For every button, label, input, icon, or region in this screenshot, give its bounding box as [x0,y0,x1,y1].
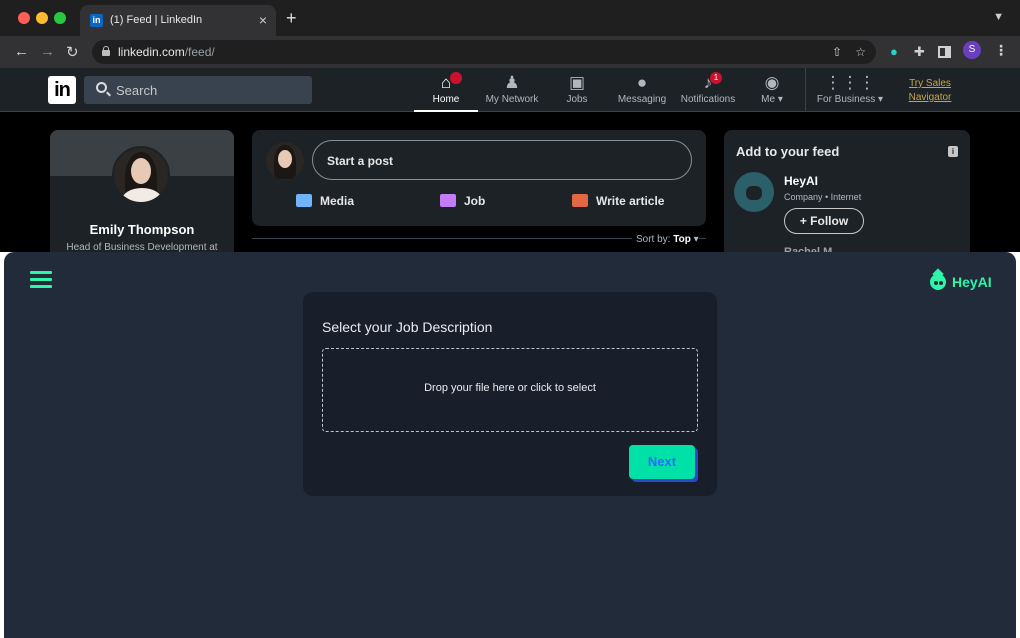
side-panel-icon[interactable] [938,46,951,58]
sort-by-dropdown[interactable]: Sort by: Top ▾ [632,234,699,245]
extensions-puzzle-icon[interactable]: ✚ [914,44,925,60]
linkedin-logo-icon[interactable]: in [48,76,76,104]
bell-icon: ♪ [703,73,713,92]
tab-search-chevron-icon[interactable]: ▼ [993,11,1004,23]
linkedin-search-input[interactable]: Search [84,76,312,104]
share-box: Start a post Media Job Write article [252,130,706,226]
lock-icon[interactable] [102,46,110,56]
nav-for-business-label: For Business [816,94,876,105]
info-icon[interactable]: i [948,146,958,157]
maximize-window-button[interactable] [54,12,66,24]
job-description-card: Select your Job Description Drop your fi… [303,292,717,496]
nav-for-business[interactable]: ⋮⋮⋮ For Business ▾ [812,72,888,112]
me-avatar-icon: ◉ [764,73,780,92]
home-icon: ⌂ [440,73,452,92]
file-dropzone[interactable]: Drop your file here or click to select [322,348,698,432]
share-icon[interactable]: ⇧ [832,45,842,59]
article-icon [572,194,588,207]
nav-home[interactable]: ⌂ Home [414,72,478,112]
share-box-avatar[interactable] [266,142,304,180]
nav-notifications-label: Notifications [680,94,736,105]
browser-menu-icon[interactable]: ⋮ [994,42,1008,59]
browser-tab-bar: in (1) Feed | LinkedIn × + ▼ [0,0,1020,36]
dropzone-label: Drop your file here or click to select [424,382,596,394]
feed-card-title: Add to your feed [736,144,840,159]
address-bar[interactable]: linkedin.com/feed/ ⇧ ☆ [92,40,876,64]
heyai-extension-icon[interactable]: ● [890,44,898,59]
follow-button[interactable]: + Follow [784,208,864,234]
nav-my-network[interactable]: ♟ My Network [480,72,544,112]
linkedin-navbar: in Search ⌂ Home ♟ My Network ▣ Jobs ● M… [0,68,1020,112]
try-sales-navigator-link[interactable]: Try Sales Navigator [904,77,956,105]
search-placeholder: Search [116,83,158,98]
minimize-window-button[interactable] [36,12,48,24]
grid-icon: ⋮⋮⋮ [824,73,876,92]
heyai-company-logo[interactable] [734,172,774,212]
heyai-logo-icon [928,268,948,292]
linkedin-page: in Search ⌂ Home ♟ My Network ▣ Jobs ● M… [0,68,1020,260]
job-description-title: Select your Job Description [322,319,493,335]
nav-me-label: Me [761,94,776,105]
browser-profile-avatar[interactable]: S [963,41,981,59]
for-business-chevron-icon: ▾ [875,94,884,105]
new-tab-icon[interactable]: + [286,8,297,29]
search-icon [96,82,107,93]
heyai-brand-name: HeyAI [952,274,992,290]
nav-messaging-label: Messaging [617,94,667,105]
job-button[interactable]: Job [440,194,485,208]
bookmark-star-icon[interactable]: ☆ [855,45,866,59]
profile-avatar[interactable] [112,146,170,204]
nav-divider [805,68,806,112]
people-icon: ♟ [504,73,520,92]
nav-my-network-label: My Network [485,94,539,105]
linkedin-favicon-icon: in [90,14,103,27]
me-chevron-icon: ▾ [775,94,783,105]
browser-toolbar: ← → ↻ linkedin.com/feed/ ⇧ ☆ ● ✚ [0,36,1020,68]
notification-badge: 1 [710,72,722,84]
nav-jobs-label: Jobs [566,94,588,105]
browser-tab[interactable]: in (1) Feed | LinkedIn × [80,5,276,36]
home-notification-dot [450,72,462,84]
nav-me[interactable]: ◉ Me ▾ [754,72,790,112]
next-button[interactable]: Next [629,445,695,479]
nav-home-label: Home [432,94,460,105]
profile-name[interactable]: Emily Thompson [50,222,234,237]
nav-messaging[interactable]: ● Messaging [614,72,670,112]
start-post-button[interactable]: Start a post [312,140,692,180]
feed-suggestion-subtitle: Company • Internet [784,192,862,202]
profile-card[interactable]: Emily Thompson Head of Business Developm… [50,130,234,260]
media-button[interactable]: Media [296,194,354,208]
nav-notifications[interactable]: ♪ Notifications 1 [676,72,740,112]
write-article-button[interactable]: Write article [572,194,664,208]
heyai-brand: HeyAI [928,268,998,294]
briefcase-icon [440,194,456,207]
tab-close-icon[interactable]: × [259,12,267,28]
heyai-panel: HeyAI Select your Job Description Drop y… [4,252,1016,638]
add-to-feed-card: Add to your feed i HeyAI Company • Inter… [724,130,970,260]
feed-suggestion-name[interactable]: HeyAI [784,174,818,188]
message-icon: ● [636,73,648,92]
url-text: linkedin.com/feed/ [118,45,215,59]
close-window-button[interactable] [18,12,30,24]
tab-title: (1) Feed | LinkedIn [110,14,203,26]
image-icon [296,194,312,207]
hamburger-menu-icon[interactable] [30,271,52,289]
reload-icon[interactable]: ↻ [66,43,79,61]
nav-jobs[interactable]: ▣ Jobs [552,72,602,112]
briefcase-icon: ▣ [568,73,586,92]
back-arrow-icon[interactable]: ← [14,43,29,60]
forward-arrow-icon[interactable]: → [40,43,55,60]
